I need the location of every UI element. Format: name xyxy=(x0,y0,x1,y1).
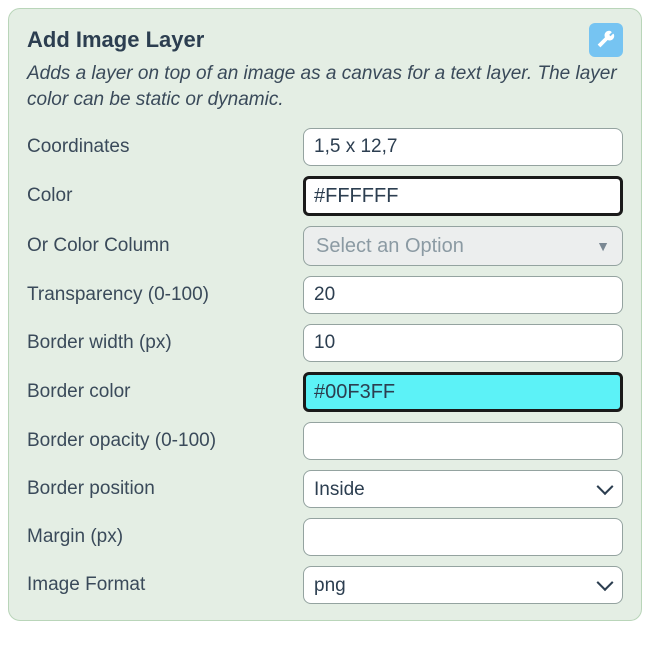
margin-label: Margin (px) xyxy=(27,526,303,548)
color-column-select[interactable]: Select an Option ▼ xyxy=(303,226,623,266)
row-border-opacity: Border opacity (0-100) xyxy=(27,422,623,460)
border-opacity-label: Border opacity (0-100) xyxy=(27,430,303,452)
border-color-input[interactable] xyxy=(303,372,623,412)
border-width-input[interactable] xyxy=(303,324,623,362)
color-input[interactable] xyxy=(303,176,623,216)
settings-button[interactable] xyxy=(589,23,623,57)
wrench-icon xyxy=(596,29,616,52)
chevron-down-icon: ▼ xyxy=(596,238,610,254)
border-position-label: Border position xyxy=(27,478,303,500)
border-color-label: Border color xyxy=(27,381,303,403)
row-color-column: Or Color Column Select an Option ▼ xyxy=(27,226,623,266)
coordinates-label: Coordinates xyxy=(27,136,303,158)
panel-header: Add Image Layer xyxy=(27,23,623,57)
color-label: Color xyxy=(27,185,303,207)
color-column-label: Or Color Column xyxy=(27,235,303,257)
image-format-select[interactable]: png xyxy=(303,566,623,604)
coordinates-input[interactable] xyxy=(303,128,623,166)
row-color: Color xyxy=(27,176,623,216)
image-layer-panel: Add Image Layer Adds a layer on top of a… xyxy=(8,8,642,621)
row-border-position: Border position Inside xyxy=(27,470,623,508)
border-position-select[interactable]: Inside xyxy=(303,470,623,508)
margin-input[interactable] xyxy=(303,518,623,556)
border-opacity-input[interactable] xyxy=(303,422,623,460)
transparency-input[interactable] xyxy=(303,276,623,314)
row-border-color: Border color xyxy=(27,372,623,412)
panel-title: Add Image Layer xyxy=(27,27,204,53)
row-transparency: Transparency (0-100) xyxy=(27,276,623,314)
row-border-width: Border width (px) xyxy=(27,324,623,362)
panel-description: Adds a layer on top of an image as a can… xyxy=(27,61,623,112)
image-format-label: Image Format xyxy=(27,574,303,596)
transparency-label: Transparency (0-100) xyxy=(27,284,303,306)
color-column-placeholder: Select an Option xyxy=(316,235,464,258)
row-margin: Margin (px) xyxy=(27,518,623,556)
row-coordinates: Coordinates xyxy=(27,128,623,166)
border-width-label: Border width (px) xyxy=(27,332,303,354)
row-image-format: Image Format png xyxy=(27,566,623,604)
